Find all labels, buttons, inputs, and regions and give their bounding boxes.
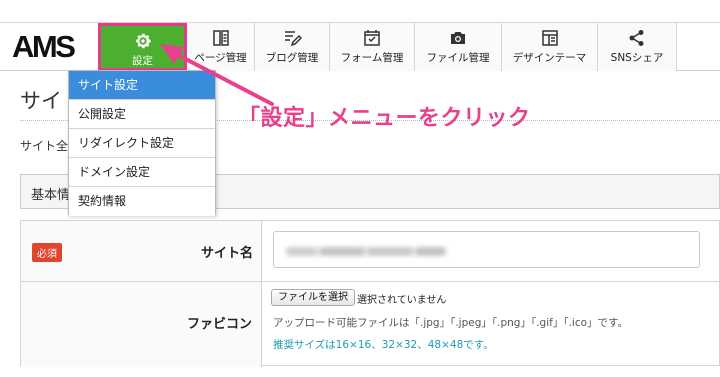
choose-file-button[interactable]: ファイルを選択 <box>271 289 355 306</box>
nav-blog-label: ブログ管理 <box>265 52 319 64</box>
menu-item-contract-info[interactable]: 契約情報 <box>69 187 215 216</box>
nav-design-label: デザインテーマ <box>512 52 587 64</box>
menu-item-publish-settings[interactable]: 公開設定 <box>69 100 215 129</box>
menu-item-redirect-settings[interactable]: リダイレクト設定 <box>69 129 215 158</box>
camera-icon <box>448 28 468 48</box>
top-strip <box>0 0 720 23</box>
site-name-label: サイト名 <box>201 246 254 261</box>
nav-pages[interactable]: ページ管理 <box>187 23 255 71</box>
file-status-text: 選択されていません <box>357 295 447 306</box>
share-icon <box>627 28 647 48</box>
menu-item-site-settings[interactable]: サイト設定 <box>69 71 215 100</box>
required-badge: 必須 <box>32 243 62 262</box>
section-tab-label: 基本情 <box>31 188 71 203</box>
nav-files-label: ファイル管理 <box>426 52 490 64</box>
nav-sns[interactable]: SNSシェア <box>598 23 677 71</box>
settings-dropdown-menu: サイト設定 公開設定 リダイレクト設定 ドメイン設定 契約情報 <box>68 70 216 216</box>
column-divider <box>261 221 262 367</box>
settings-form-table: 必須 サイト名 ファビコン ファイルを選択 選択されていません アップロード可能… <box>20 220 720 367</box>
blog-edit-icon <box>282 28 302 48</box>
layout-icon <box>540 28 560 48</box>
annotation-text: 「設定」メニューをクリック <box>238 106 531 131</box>
page-subtitle: サイト全 <box>20 139 69 153</box>
nav-forms-label: フォーム管理 <box>340 52 404 64</box>
site-name-input[interactable] <box>273 231 700 268</box>
page-title: サイ <box>20 89 62 113</box>
nav-pages-label: ページ管理 <box>194 52 247 64</box>
nav-sns-label: SNSシェア <box>610 52 664 64</box>
nav-settings[interactable]: 設定 <box>98 23 187 71</box>
favicon-label: ファビコン <box>187 317 253 332</box>
row-divider <box>21 281 720 282</box>
nav-forms[interactable]: フォーム管理 <box>330 23 415 71</box>
form-check-icon <box>362 28 382 48</box>
menu-item-domain-settings[interactable]: ドメイン設定 <box>69 158 215 187</box>
nav-files[interactable]: ファイル管理 <box>415 23 502 71</box>
gear-icon <box>133 31 153 51</box>
file-size-note: 推奨サイズは16×16、32×32、48×48です。 <box>273 339 494 351</box>
pages-icon <box>211 28 231 48</box>
app-logo[interactable]: AMS <box>12 30 76 64</box>
blurred-site-name <box>286 247 446 256</box>
nav-settings-label: 設定 <box>132 55 153 67</box>
nav-blog[interactable]: ブログ管理 <box>255 23 330 71</box>
nav-design[interactable]: デザインテーマ <box>502 23 598 71</box>
file-type-help: アップロード可能ファイルは「.jpg」「.jpeg」「.png」「.gif」「.… <box>273 317 628 329</box>
